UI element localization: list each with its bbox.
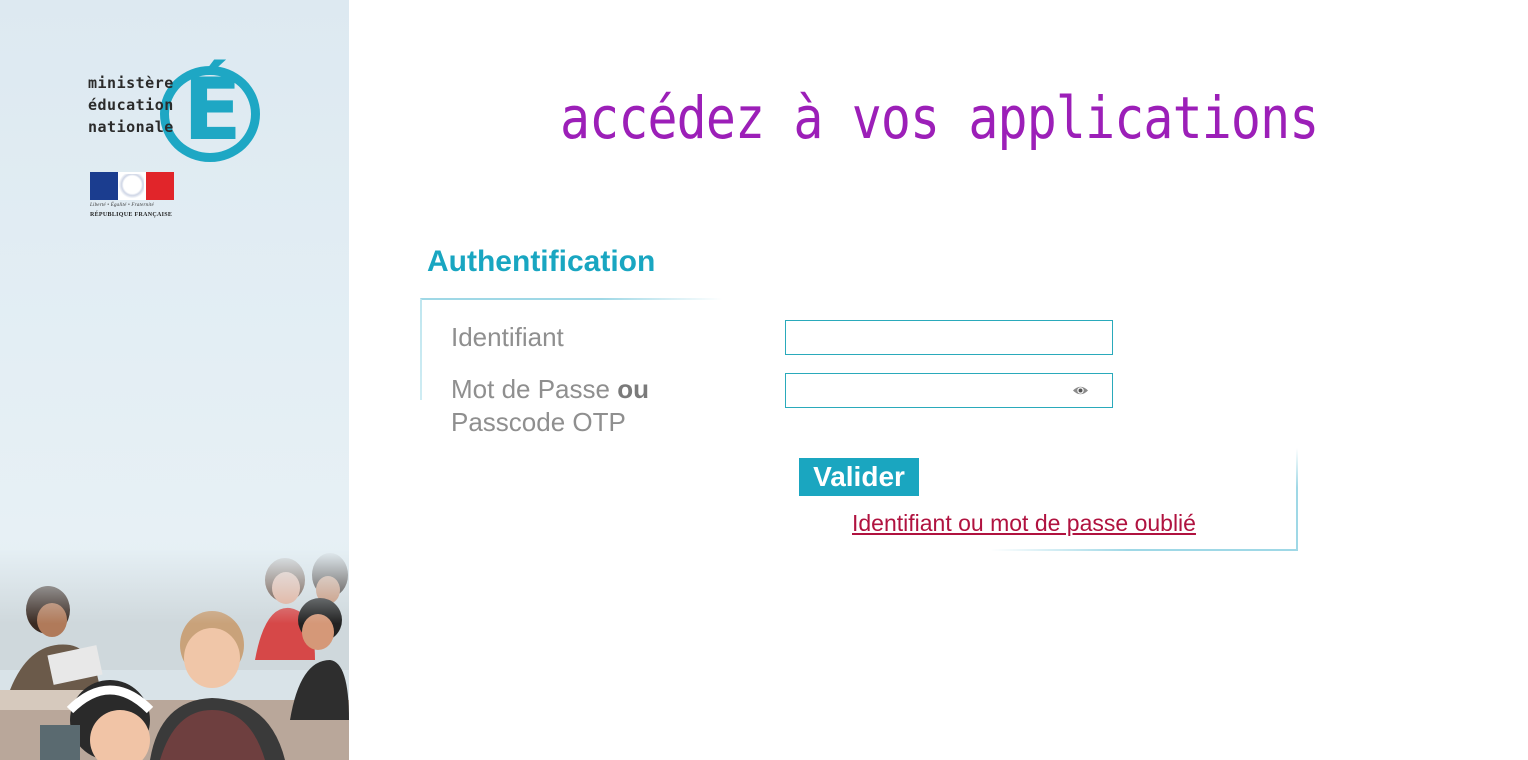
eye-icon[interactable] xyxy=(1072,384,1089,397)
password-label-otp: Passcode OTP xyxy=(451,407,626,437)
login-label: Identifiant xyxy=(451,322,564,352)
ministry-line-1: ministère xyxy=(88,74,174,92)
ministry-name: ministère éducation nationale xyxy=(88,72,174,138)
password-input[interactable] xyxy=(785,373,1113,408)
marianne-profile-icon xyxy=(118,174,144,198)
login-page: É ministère éducation nationale Liberté … xyxy=(0,0,1528,760)
classroom-photo xyxy=(0,550,349,760)
forgot-credentials-link[interactable]: Identifiant ou mot de passe oublié xyxy=(852,508,1196,538)
page-headline: accédez à vos applications xyxy=(560,84,1319,152)
submit-button[interactable]: Valider xyxy=(799,458,919,496)
logo-letter: É xyxy=(183,60,242,160)
republic-name: RÉPUBLIQUE FRANÇAISE xyxy=(90,212,173,218)
ministry-line-3: nationale xyxy=(88,118,174,136)
sidebar: É ministère éducation nationale Liberté … xyxy=(0,0,349,760)
republic-logo: Liberté • Égalité • Fraternité RÉPUBLIQU… xyxy=(90,172,176,224)
password-label: Mot de Passe ou Passcode OTP xyxy=(451,373,649,439)
ministry-line-2: éducation xyxy=(88,96,174,114)
login-input[interactable] xyxy=(785,320,1113,355)
section-title: Authentification xyxy=(427,245,656,278)
republic-motto: Liberté • Égalité • Fraternité xyxy=(90,203,154,208)
password-label-text: Mot de Passe xyxy=(451,374,618,404)
password-label-or: ou xyxy=(617,374,649,404)
ministry-logo: É ministère éducation nationale xyxy=(88,22,268,167)
